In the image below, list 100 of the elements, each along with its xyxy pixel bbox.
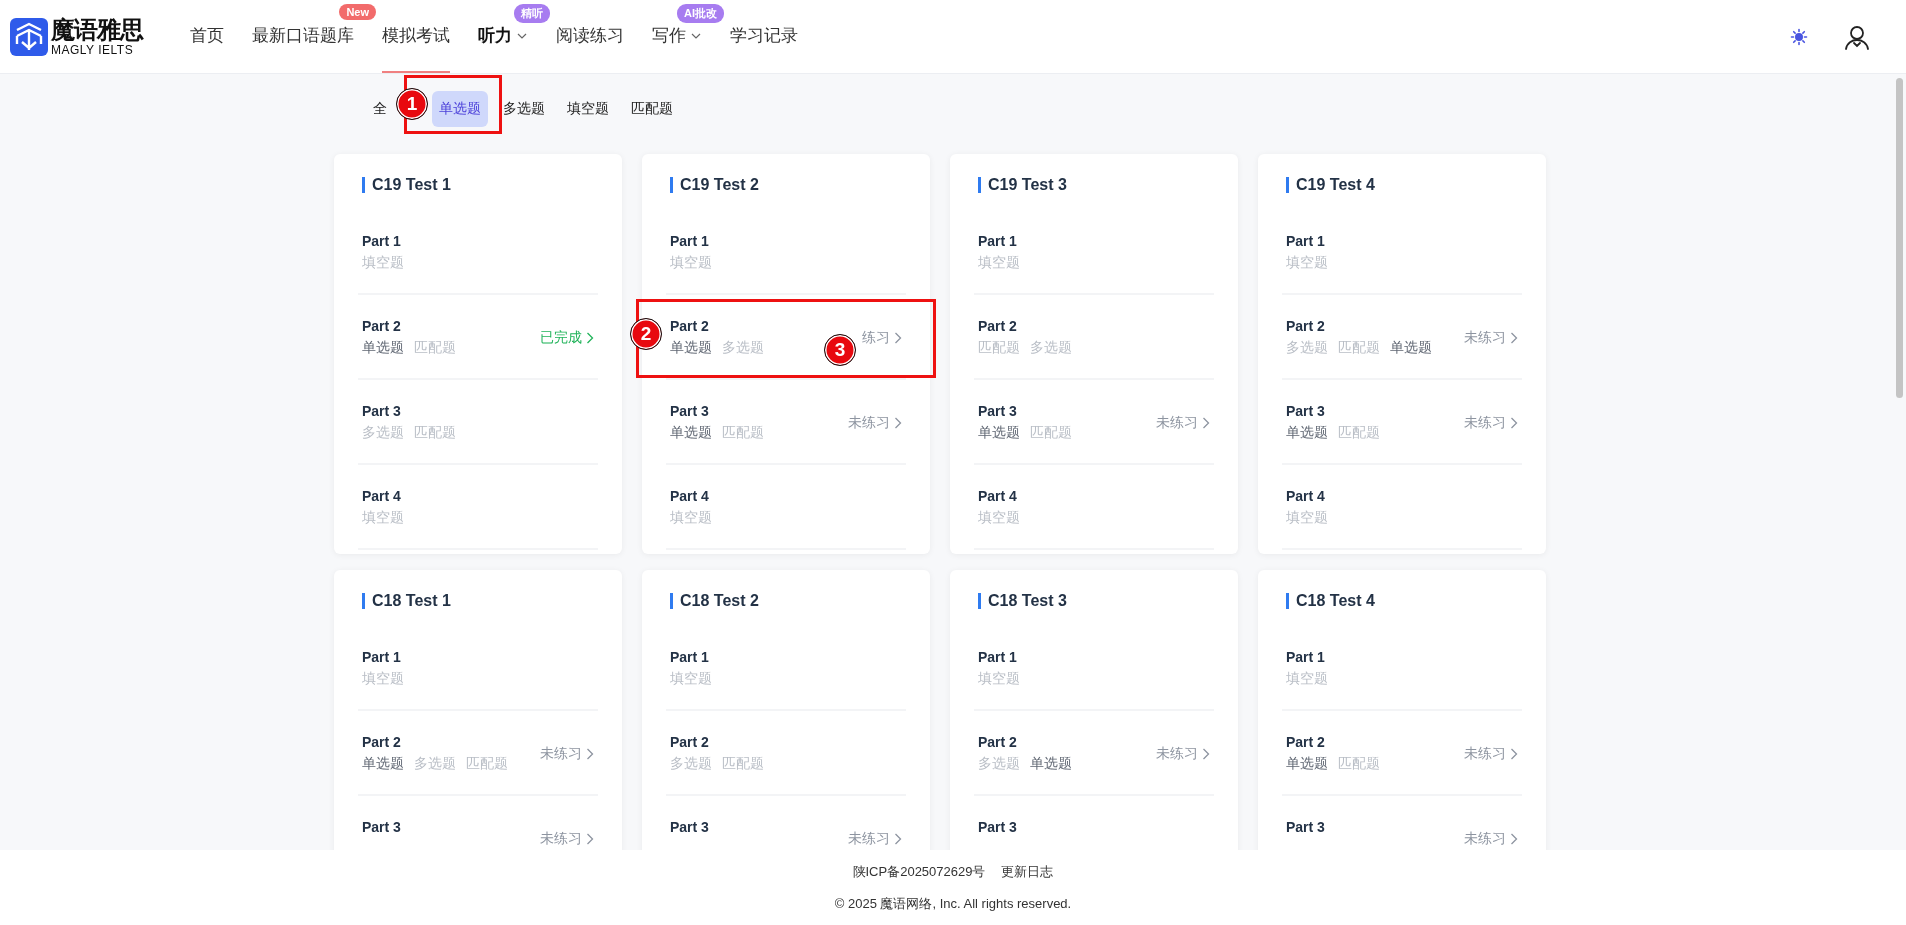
- changelog-link[interactable]: 更新日志: [1001, 862, 1054, 881]
- question-type: 匹配题: [414, 424, 456, 442]
- part-title: Part 2: [362, 734, 402, 750]
- question-type: 填空题: [978, 670, 1020, 688]
- question-type: 填空题: [1286, 509, 1328, 527]
- part-row[interactable]: Part 2 单选题 匹配题 已完成: [358, 295, 598, 380]
- title-accent-bar: [670, 593, 673, 609]
- part-row[interactable]: Part 4 填空题: [1282, 465, 1522, 550]
- part-row[interactable]: Part 1 填空题: [974, 626, 1214, 711]
- test-title: C18 Test 2: [680, 592, 759, 610]
- part-row[interactable]: Part 2 匹配题 多选题: [974, 295, 1214, 380]
- question-type: 匹配题: [1338, 339, 1380, 357]
- chevron-right-icon: [586, 331, 594, 344]
- chevron-right-icon: [1510, 747, 1518, 760]
- title-accent-bar: [1286, 593, 1289, 609]
- question-type: 多选题: [722, 339, 764, 357]
- part-title: Part 2: [670, 734, 710, 750]
- part-title: Part 3: [1286, 819, 1325, 835]
- nav-item[interactable]: 首页: [190, 0, 224, 73]
- filter-tab[interactable]: 匹配题: [624, 91, 680, 127]
- title-accent-bar: [978, 593, 981, 609]
- part-row[interactable]: Part 1 填空题: [974, 210, 1214, 295]
- chevron-right-icon: [1510, 416, 1518, 429]
- part-title: Part 1: [978, 649, 1018, 665]
- filter-tab[interactable]: 多选题: [496, 91, 552, 127]
- part-row[interactable]: Part 2 多选题 匹配题: [666, 711, 906, 796]
- copyright-text: © 2025 魔语网络, Inc. All rights reserved.: [834, 894, 1072, 913]
- part-row[interactable]: Part 1 填空题: [358, 626, 598, 711]
- part-row[interactable]: Part 3 单选题 匹配题 未练习: [666, 380, 906, 465]
- test-title: C19 Test 1: [372, 176, 451, 194]
- part-row[interactable]: Part 1 填空题: [358, 210, 598, 295]
- test-title: C19 Test 2: [680, 176, 759, 194]
- question-type: 多选题: [670, 755, 712, 773]
- test-title: C18 Test 4: [1296, 592, 1375, 610]
- question-type: 单选题: [1390, 339, 1432, 357]
- part-title: Part 3: [1286, 403, 1326, 419]
- part-row[interactable]: Part 2 单选题 匹配题 未练习: [1282, 711, 1522, 796]
- question-type: 填空题: [670, 254, 712, 272]
- question-type: 多选题: [362, 424, 404, 442]
- question-type: 匹配题: [978, 339, 1020, 357]
- user-icon[interactable]: [1844, 23, 1870, 50]
- chevron-right-icon: [1510, 331, 1518, 344]
- part-row[interactable]: Part 2 多选题 单选题 未练习: [974, 711, 1214, 796]
- question-type: 匹配题: [722, 424, 764, 442]
- part-row[interactable]: Part 2 多选题 匹配题 单选题 未练习: [1282, 295, 1522, 380]
- part-row[interactable]: Part 1 填空题: [1282, 210, 1522, 295]
- question-type: 填空题: [1286, 254, 1328, 272]
- part-row[interactable]: Part 4 填空题: [974, 465, 1214, 550]
- part-row[interactable]: Part 3 单选题 匹配题 未练习: [1282, 380, 1522, 465]
- part-title: Part 3: [670, 403, 710, 419]
- icp-number: 陕ICP备2025072629号: [852, 862, 986, 881]
- nav-badge: AI批改: [677, 4, 724, 23]
- part-row[interactable]: Part 2 单选题 多选题 匹配题 未练习: [358, 711, 598, 796]
- nav-badge: 精听: [514, 4, 550, 23]
- title-accent-bar: [362, 593, 365, 609]
- part-row[interactable]: Part 1 填空题: [666, 626, 906, 711]
- logo-icon: [10, 17, 48, 56]
- question-type: 单选题: [362, 339, 404, 357]
- chevron-right-icon: [894, 416, 902, 429]
- chevron-right-icon: [894, 331, 902, 344]
- part-title: Part 1: [1286, 649, 1326, 665]
- scrollbar[interactable]: [1896, 78, 1903, 398]
- nav-item[interactable]: 模拟考试: [382, 0, 450, 73]
- filter-tab[interactable]: 填空题: [560, 91, 616, 127]
- part-title: Part 3: [362, 403, 402, 419]
- question-type: 单选题: [1030, 755, 1072, 773]
- question-type: 填空题: [670, 509, 712, 527]
- part-row[interactable]: Part 4 填空题: [358, 465, 598, 550]
- part-row[interactable]: Part 3 多选题 匹配题: [358, 380, 598, 465]
- question-type: 单选题: [670, 339, 712, 357]
- filter-tab[interactable]: 单选题: [432, 91, 488, 127]
- chevron-right-icon: [1202, 747, 1210, 760]
- part-title: Part 1: [670, 233, 710, 249]
- part-title: Part 2: [1286, 318, 1326, 334]
- question-type: 填空题: [978, 254, 1020, 272]
- chevron-right-icon: [894, 832, 902, 845]
- chevron-right-icon: [586, 832, 594, 845]
- part-title: Part 3: [670, 819, 709, 835]
- test-title: C18 Test 3: [988, 592, 1067, 610]
- question-type: 匹配题: [1338, 755, 1380, 773]
- part-title: Part 2: [978, 734, 1018, 750]
- part-title: Part 4: [1286, 488, 1326, 504]
- part-row[interactable]: Part 3 单选题 匹配题 未练习: [974, 380, 1214, 465]
- nav-item[interactable]: 阅读练习: [556, 0, 624, 73]
- question-type: 多选题: [1286, 339, 1328, 357]
- nav-item[interactable]: 学习记录: [730, 0, 798, 73]
- part-row[interactable]: Part 1 填空题: [666, 210, 906, 295]
- question-type: 匹配题: [722, 755, 764, 773]
- filter-tab[interactable]: 全: [366, 91, 394, 127]
- theme-toggle-icon[interactable]: [1790, 27, 1808, 46]
- title-accent-bar: [1286, 177, 1289, 193]
- question-type: 单选题: [978, 424, 1020, 442]
- title-accent-bar: [362, 177, 365, 193]
- chevron-right-icon: [586, 747, 594, 760]
- part-title: Part 4: [670, 488, 710, 504]
- part-row[interactable]: Part 1 填空题: [1282, 626, 1522, 711]
- chevron-right-icon: [1510, 832, 1518, 845]
- question-type: 多选题: [978, 755, 1020, 773]
- part-row[interactable]: Part 4 填空题: [666, 465, 906, 550]
- part-title: Part 4: [978, 488, 1018, 504]
